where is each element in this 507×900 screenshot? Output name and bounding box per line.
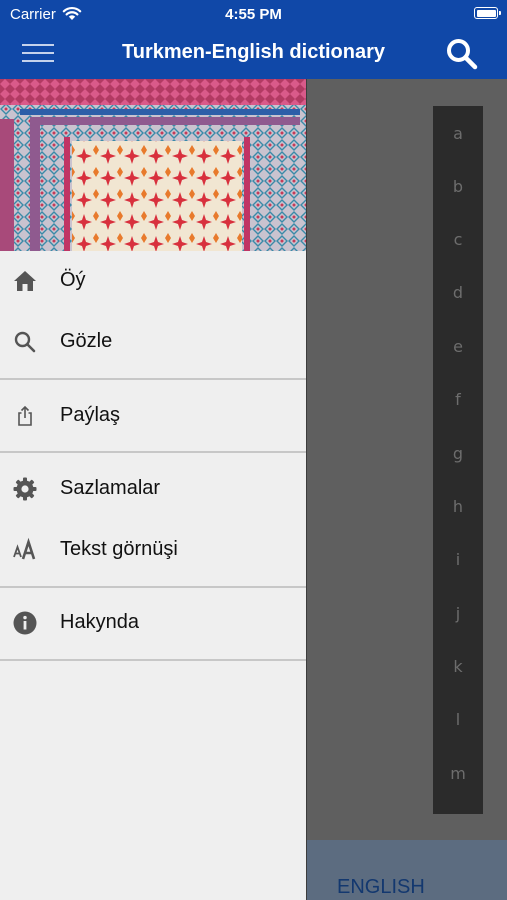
index-letter-f[interactable]: f — [433, 390, 483, 409]
index-letter-e[interactable]: e — [433, 337, 483, 356]
search-icon — [14, 331, 36, 353]
info-icon — [13, 611, 37, 635]
drawer-item-settings[interactable]: Sazlamalar — [0, 461, 306, 517]
drawer-item-label: Sazlamalar — [60, 477, 161, 499]
drawer-item-label: Paýlaş — [60, 404, 121, 426]
side-drawer: Öý Gözle Paýlaş Sazlamalar Tekst görnüşi… — [0, 79, 307, 900]
index-letter-l[interactable]: l — [433, 710, 483, 729]
drawer-item-share[interactable]: Paýlaş — [0, 388, 306, 444]
carpet-banner-image — [0, 79, 306, 251]
drawer-item-text-appearance[interactable]: Tekst görnüşi — [0, 522, 306, 578]
index-letter-i[interactable]: i — [433, 550, 483, 569]
gear-icon — [13, 477, 37, 501]
nav-bar: Turkmen-English dictionary — [0, 28, 507, 79]
index-letter-b[interactable]: b — [433, 177, 483, 196]
index-letter-m[interactable]: m — [433, 764, 483, 783]
battery-icon — [474, 7, 501, 19]
page-title: Turkmen-English dictionary — [122, 41, 385, 63]
index-letter-c[interactable]: c — [433, 230, 483, 249]
drawer-item-label: Tekst görnüşi — [60, 538, 178, 560]
share-icon — [18, 405, 32, 426]
divider — [0, 378, 306, 380]
language-tab-english[interactable]: ENGLISH — [337, 876, 425, 899]
index-bar[interactable]: a b c d e f g h i j k l m — [433, 106, 483, 814]
drawer-item-label: Öý — [60, 269, 86, 291]
index-letter-d[interactable]: d — [433, 283, 483, 302]
drawer-item-label: Gözle — [60, 330, 113, 352]
index-letter-a[interactable]: a — [433, 124, 483, 143]
index-letter-j[interactable]: j — [433, 604, 483, 623]
text-size-icon — [13, 537, 36, 560]
index-letter-h[interactable]: h — [433, 497, 483, 516]
drawer-item-search[interactable]: Gözle — [0, 314, 306, 370]
search-icon[interactable] — [445, 37, 479, 71]
drawer-item-about[interactable]: Hakynda — [0, 595, 306, 651]
divider — [0, 659, 306, 661]
divider — [0, 451, 306, 453]
drawer-item-label: Hakynda — [60, 611, 139, 633]
index-letter-k[interactable]: k — [433, 657, 483, 676]
drawer-item-home[interactable]: Öý — [0, 253, 306, 309]
divider — [0, 586, 306, 588]
home-icon — [14, 271, 36, 291]
clock: 4:55 PM — [225, 6, 282, 23]
index-letter-g[interactable]: g — [433, 444, 483, 463]
status-bar: Carrier 4:55 PM — [0, 0, 507, 28]
